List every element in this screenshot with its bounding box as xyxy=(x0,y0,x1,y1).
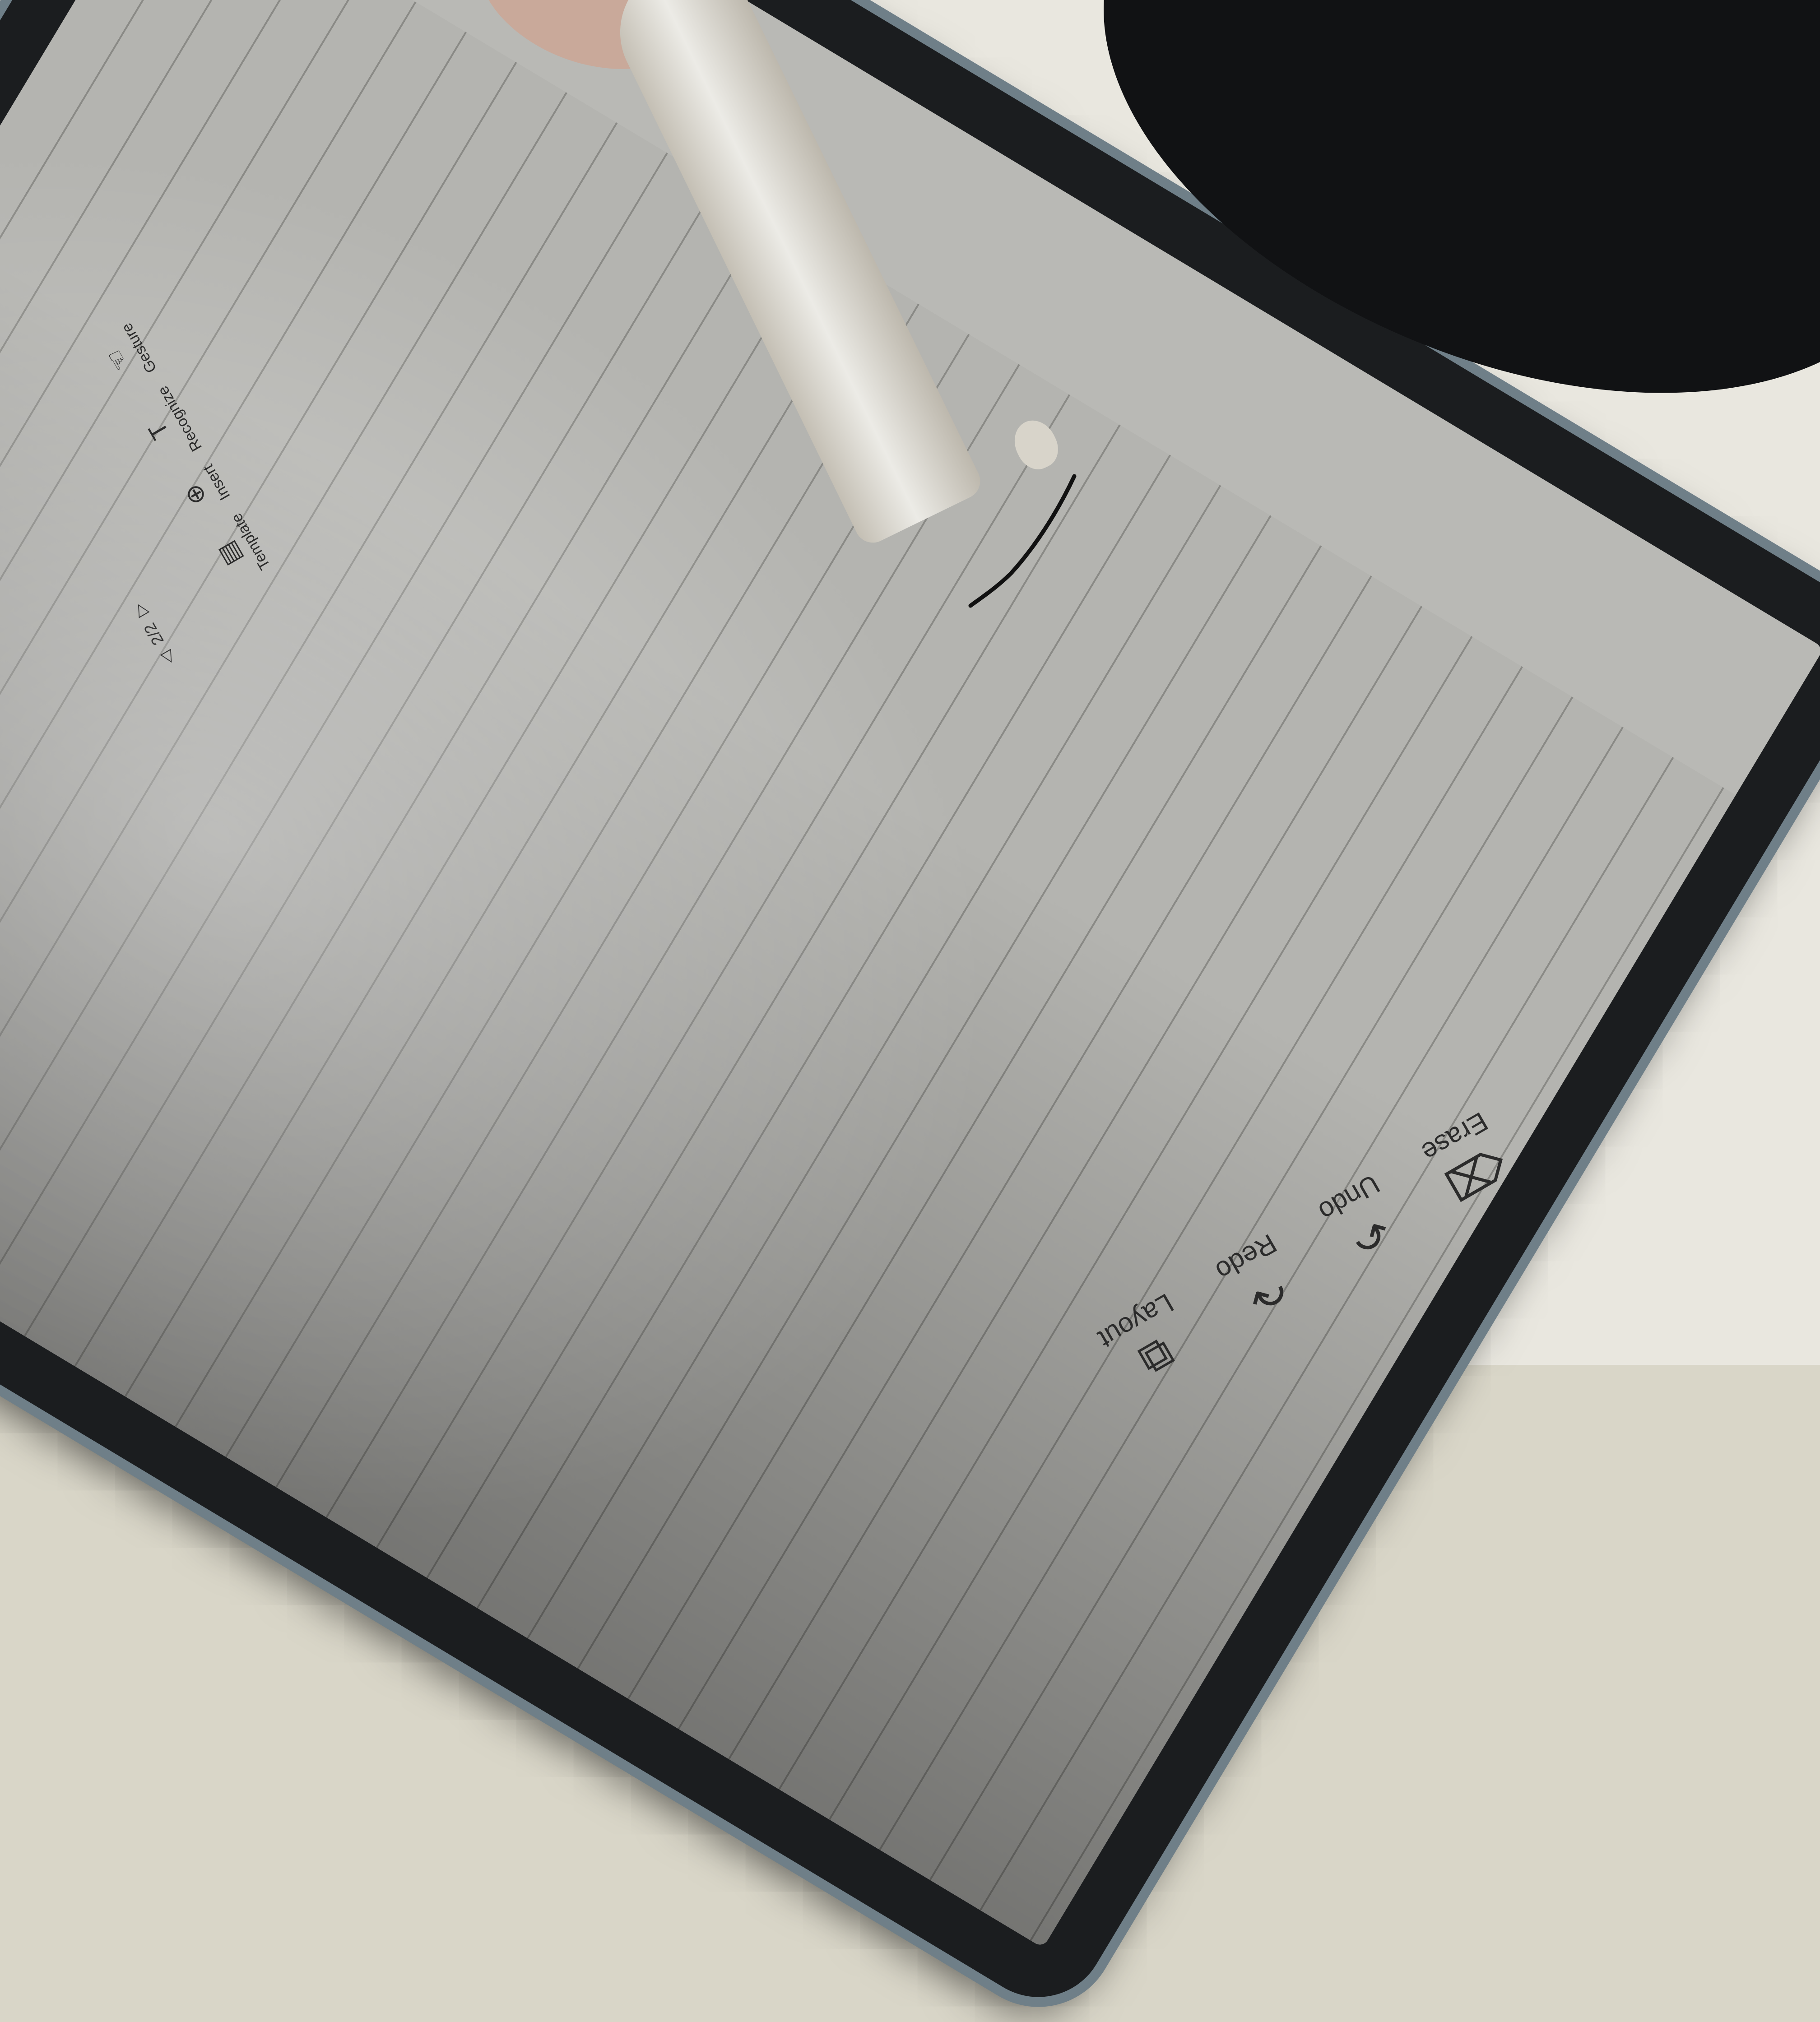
recognize-icon: T xyxy=(143,417,174,444)
